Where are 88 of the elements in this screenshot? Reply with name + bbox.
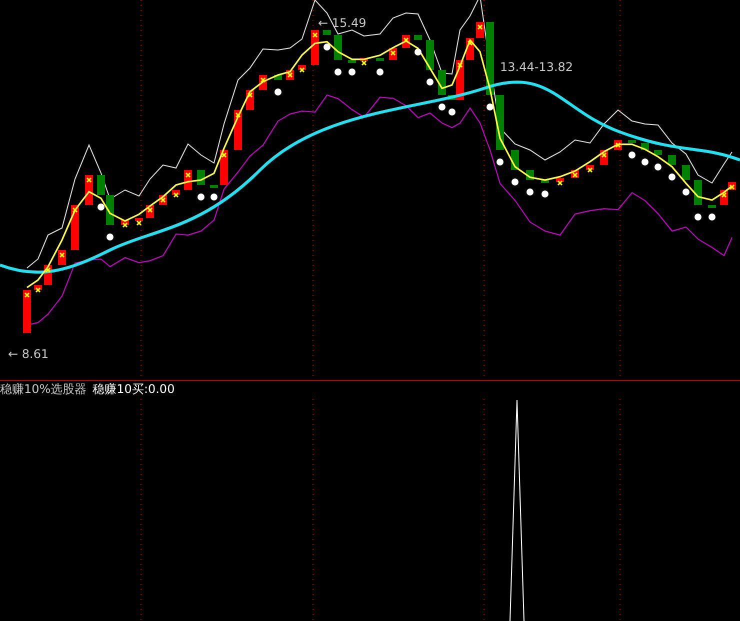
candle (668, 155, 676, 165)
candle (708, 205, 716, 208)
dot-marker (654, 164, 662, 170)
dot-marker (198, 194, 204, 200)
cross-marker (235, 112, 241, 118)
dot-marker (668, 174, 676, 180)
dot-marker (542, 190, 548, 198)
candle (210, 185, 218, 188)
low-price-label: ← 8.61 (8, 347, 49, 361)
candle (274, 75, 282, 80)
dot-marker (496, 158, 504, 166)
candle (426, 40, 434, 70)
candle (172, 190, 180, 195)
candle (23, 290, 31, 333)
candle (376, 58, 384, 61)
dot-marker (448, 108, 456, 116)
cross-marker (59, 252, 65, 258)
dot-marker (376, 68, 384, 76)
dot-marker (708, 214, 716, 220)
candle (298, 65, 306, 70)
dot-marker (274, 88, 282, 96)
cross-marker (173, 192, 179, 198)
cross-marker (72, 207, 78, 213)
cross-marker (160, 197, 166, 203)
dot-marker (348, 68, 356, 76)
candle (628, 140, 636, 143)
candle (348, 60, 356, 63)
candle (556, 178, 564, 182)
dot-marker (438, 104, 446, 110)
dot-marker (642, 158, 648, 166)
cross-marker (467, 40, 473, 46)
candle (414, 35, 422, 40)
cross-marker (260, 77, 266, 83)
dot-marker (334, 68, 342, 76)
cross-marker (247, 92, 253, 98)
cross-marker (587, 167, 593, 173)
candle (34, 285, 42, 290)
candle (135, 218, 143, 221)
candle (438, 70, 446, 95)
cross-marker (287, 72, 293, 78)
cross-marker (24, 292, 30, 298)
cross-marker (35, 287, 41, 293)
candle (323, 30, 331, 35)
dot-marker (210, 194, 218, 200)
cross-marker (477, 24, 483, 30)
candle (541, 180, 549, 183)
dot-marker (628, 152, 636, 158)
dot-marker (98, 204, 104, 210)
candle (694, 180, 702, 205)
candle (586, 165, 594, 170)
candle (197, 170, 205, 185)
cross-marker (615, 142, 621, 148)
price-range-label: 13.44-13.82 (500, 60, 574, 74)
cross-marker (86, 177, 92, 183)
cross-marker (136, 220, 142, 226)
cross-marker (557, 180, 563, 186)
cross-marker (390, 50, 396, 56)
candle (682, 165, 690, 180)
dot-marker (106, 234, 114, 240)
cross-marker (457, 62, 463, 68)
cross-marker (403, 37, 409, 43)
candle (334, 35, 342, 60)
dot-marker (512, 178, 518, 186)
cross-marker (147, 207, 153, 213)
cross-marker (45, 267, 51, 273)
candle (121, 220, 129, 225)
dot-marker (324, 44, 330, 50)
cross-marker (221, 152, 227, 158)
candle (654, 150, 662, 155)
cross-marker (572, 172, 578, 178)
cross-marker (185, 172, 191, 178)
dot-marker (486, 104, 494, 110)
cross-marker (299, 67, 305, 73)
cross-marker (361, 60, 367, 66)
candle (71, 205, 79, 250)
dot-marker (526, 188, 534, 196)
cross-marker (601, 152, 607, 158)
indicator-value: 稳赚10买:0.00 (92, 382, 175, 396)
dot-marker (682, 188, 690, 196)
cross-marker (721, 192, 727, 198)
cross-marker (312, 32, 318, 38)
cross-marker (729, 184, 735, 190)
high-price-label: ← 15.49 (318, 16, 366, 30)
indicator-name: 稳赚10%选股器 (0, 382, 87, 396)
cross-marker (122, 222, 128, 228)
dot-marker (694, 214, 702, 220)
dot-marker (426, 78, 434, 86)
dot-marker (414, 48, 422, 56)
